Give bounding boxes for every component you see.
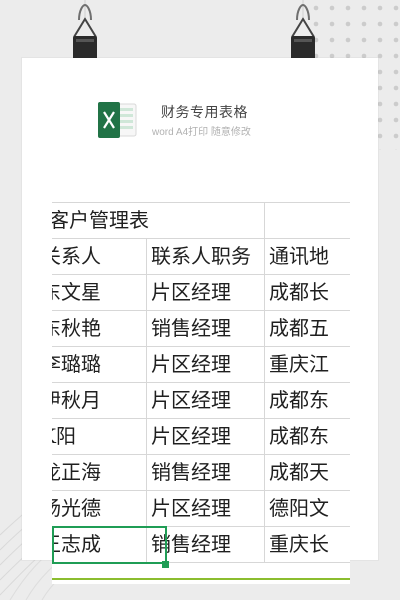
contact-role-cell: 片区经理: [146, 382, 265, 419]
contact-role-cell: 片区经理: [146, 274, 265, 311]
contact-address-cell: 成都天: [264, 454, 350, 491]
contact-role-cell: 片区经理: [146, 346, 265, 383]
document-card: 财务专用表格 word A4打印 随意修改 J客户管理表 关系人 联系人职务 通…: [22, 58, 378, 584]
table-title: J客户管理表: [52, 202, 265, 239]
contact-address-cell: 重庆江: [264, 346, 350, 383]
contact-address-cell: 成都五: [264, 310, 350, 347]
page-subtitle: word A4打印 随意修改: [152, 127, 251, 138]
contact-role-cell: 片区经理: [146, 418, 265, 455]
table-title-row: J客户管理表: [52, 202, 350, 239]
contact-name-cell: 伊秋月: [52, 382, 147, 419]
contact-address-cell: 德阳文: [264, 490, 350, 527]
contact-address-cell: 成都东: [264, 418, 350, 455]
table-title-empty-cell: [264, 202, 350, 239]
contact-address-cell: 成都东: [264, 382, 350, 419]
contact-role-cell: 片区经理: [146, 490, 265, 527]
table-row: 伊秋月 片区经理 成都东: [52, 382, 350, 419]
contact-address-cell: 重庆长: [264, 526, 350, 563]
header-cell-address: 通讯地: [264, 238, 350, 275]
contact-name-cell: 李璐璐: [52, 346, 147, 383]
table-row: 龙正海 销售经理 成都天: [52, 454, 350, 491]
spreadsheet-preview: J客户管理表 关系人 联系人职务 通讯地 东文星 片区经理 成都长 东秋艳 销售…: [52, 140, 350, 584]
selected-contact-name-cell[interactable]: 王志成: [52, 526, 147, 563]
binder-clip-right: [291, 0, 315, 60]
contact-name-cell: 东文星: [52, 274, 147, 311]
contact-address-cell: 成都长: [264, 274, 350, 311]
table-row: K阳 片区经理 成都东: [52, 418, 350, 455]
header-cell-role: 联系人职务: [146, 238, 265, 275]
contact-name-cell: K阳: [52, 418, 147, 455]
contact-role-cell: 销售经理: [146, 526, 265, 563]
bottom-accent-line: [52, 578, 350, 580]
table-row: 王志成 销售经理 重庆长: [52, 526, 350, 563]
customer-table: J客户管理表 关系人 联系人职务 通讯地 东文星 片区经理 成都长 东秋艳 销售…: [52, 202, 350, 563]
table-row: 东秋艳 销售经理 成都五: [52, 310, 350, 347]
contact-name-cell: 东秋艳: [52, 310, 147, 347]
contact-name-cell: 杨光德: [52, 490, 147, 527]
table-header-row: 关系人 联系人职务 通讯地: [52, 238, 350, 275]
contact-role-cell: 销售经理: [146, 310, 265, 347]
binder-clip-left: [73, 0, 97, 60]
table-row: 李璐璐 片区经理 重庆江: [52, 346, 350, 383]
excel-icon: [98, 102, 137, 138]
table-row: 杨光德 片区经理 德阳文: [52, 490, 350, 527]
header-cell-contact: 关系人: [52, 238, 147, 275]
page-title: 财务专用表格: [161, 105, 248, 121]
contact-name-cell: 龙正海: [52, 454, 147, 491]
contact-role-cell: 销售经理: [146, 454, 265, 491]
table-row: 东文星 片区经理 成都长: [52, 274, 350, 311]
